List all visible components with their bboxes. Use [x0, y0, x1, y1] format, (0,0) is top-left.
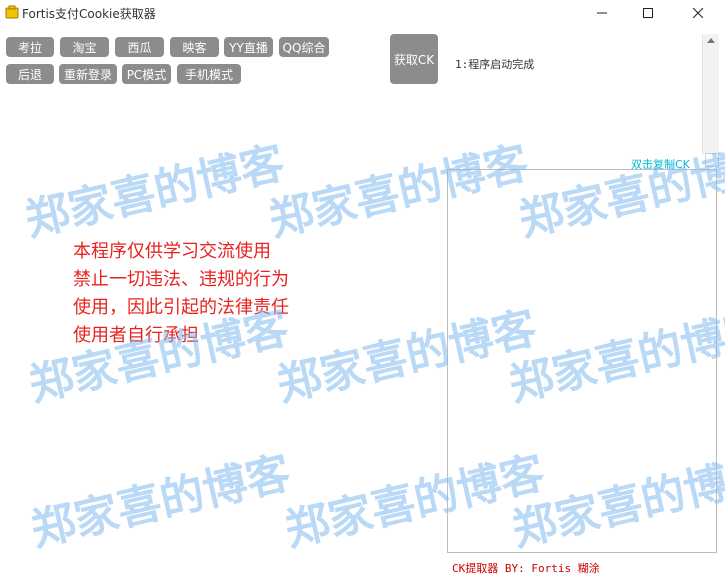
xigua-button[interactable]: 西瓜 [115, 37, 164, 57]
main-content: 考拉 淘宝 西瓜 映客 YY直播 QQ综合 后退 重新登录 PC模式 手机模式 … [0, 26, 725, 586]
panel-scroll-stub [705, 153, 719, 167]
minimize-icon [597, 12, 607, 14]
mobile-mode-button[interactable]: 手机模式 [177, 64, 241, 84]
close-button[interactable] [675, 0, 721, 26]
maximize-icon [643, 8, 653, 18]
window-title: Fortis支付Cookie获取器 [22, 7, 156, 21]
log-line: 1:程序启动完成 [455, 58, 535, 71]
maximize-button[interactable] [625, 0, 671, 26]
yy-live-button[interactable]: YY直播 [224, 37, 273, 57]
watermark: 郑家喜的博客 [20, 137, 290, 247]
get-ck-button[interactable]: 获取CK [390, 34, 438, 84]
footer-credit: CK提取器 BY: Fortis 糊涂 [452, 562, 600, 575]
disclaimer-line: 禁止一切违法、违规的行为 [73, 269, 289, 290]
taobao-button[interactable]: 淘宝 [60, 37, 109, 57]
minimize-button[interactable] [579, 0, 625, 26]
disclaimer-line: 本程序仅供学习交流使用 [73, 241, 271, 262]
qq-button[interactable]: QQ综合 [279, 37, 329, 57]
log-scrollbar[interactable] [702, 34, 719, 154]
app-icon [5, 5, 19, 19]
relogin-button[interactable]: 重新登录 [59, 64, 117, 84]
back-button[interactable]: 后退 [6, 64, 54, 84]
watermark: 郑家喜的博客 [26, 447, 296, 557]
disclaimer-text: 本程序仅供学习交流使用 禁止一切违法、违规的行为 使用，因此引起的法律责任 使用… [73, 238, 289, 350]
close-icon [693, 8, 703, 18]
status-log: 1:程序启动完成 [455, 56, 534, 72]
scroll-up-icon [707, 38, 715, 43]
ck-output-box[interactable] [447, 169, 717, 553]
yingke-button[interactable]: 映客 [170, 37, 219, 57]
disclaimer-line: 使用者自行承担 [73, 325, 199, 346]
title-bar: Fortis支付Cookie获取器 [0, 0, 725, 27]
pc-mode-button[interactable]: PC模式 [122, 64, 171, 84]
kaola-button[interactable]: 考拉 [6, 37, 54, 57]
disclaimer-line: 使用，因此引起的法律责任 [73, 297, 289, 318]
